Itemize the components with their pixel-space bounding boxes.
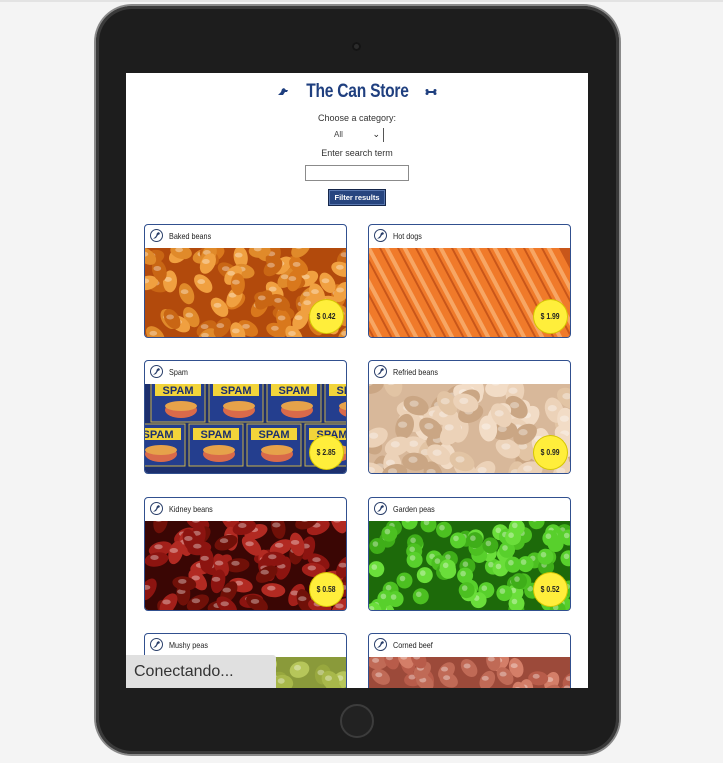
page-title: The Can Store bbox=[305, 81, 409, 102]
price-text: $ 1.99 bbox=[541, 312, 560, 321]
product-card[interactable]: Baked beans $ 0.42 bbox=[144, 224, 347, 338]
product-card-header: Corned beef bbox=[369, 634, 570, 656]
product-type-icon bbox=[374, 229, 387, 242]
product-type-icon bbox=[150, 229, 163, 242]
product-card-header: Baked beans bbox=[145, 225, 346, 247]
page-top-border bbox=[0, 0, 723, 2]
product-card[interactable]: Hot dogs $ 1.99 bbox=[368, 224, 571, 338]
price-text: $ 0.99 bbox=[541, 448, 560, 457]
price-badge: $ 0.58 bbox=[310, 573, 343, 606]
product-name: Garden peas bbox=[393, 504, 435, 514]
price-badge: $ 1.99 bbox=[534, 300, 567, 333]
product-card-header: Mushy peas bbox=[145, 634, 346, 656]
product-name: Kidney beans bbox=[169, 504, 213, 514]
product-card[interactable]: Garden peas $ 0.52 bbox=[368, 497, 571, 611]
category-label: Choose a category: bbox=[317, 113, 397, 123]
price-badge: $ 0.42 bbox=[310, 300, 343, 333]
product-card[interactable]: SpamSPAMSPAMSPAMSPAMSPAMSPAMSPAMSPAM$ 2.… bbox=[144, 360, 347, 474]
product-name: Spam bbox=[169, 367, 188, 377]
svg-text:SPAM: SPAM bbox=[163, 385, 194, 397]
category-select-value: All bbox=[334, 130, 343, 139]
filter-results-button[interactable]: Filter results bbox=[328, 189, 386, 206]
svg-text:SPAM: SPAM bbox=[337, 385, 347, 397]
camera-dot bbox=[352, 42, 361, 51]
connection-status: Conectando... bbox=[126, 655, 276, 688]
product-type-icon bbox=[150, 638, 163, 651]
search-input[interactable] bbox=[305, 165, 409, 181]
search-label: Enter search term bbox=[321, 148, 393, 158]
product-card-header: Kidney beans bbox=[145, 498, 346, 520]
product-type-icon bbox=[374, 365, 387, 378]
product-type-icon bbox=[374, 502, 387, 515]
product-card[interactable]: Refried beans $ 0.99 bbox=[368, 360, 571, 474]
product-type-icon bbox=[150, 502, 163, 515]
price-text: $ 0.52 bbox=[541, 585, 560, 594]
category-select[interactable]: All ⌄ bbox=[328, 128, 384, 142]
product-card-header: Spam bbox=[145, 361, 346, 383]
product-name: Mushy peas bbox=[169, 640, 208, 650]
store-header: The Can Store bbox=[126, 81, 588, 107]
price-badge: $ 0.52 bbox=[534, 573, 567, 606]
price-text: $ 2.85 bbox=[317, 448, 336, 457]
product-name: Hot dogs bbox=[393, 231, 422, 241]
svg-text:SPAM: SPAM bbox=[279, 385, 310, 397]
price-badge: $ 2.85 bbox=[310, 436, 343, 469]
product-type-icon bbox=[150, 365, 163, 378]
product-card-header: Garden peas bbox=[369, 498, 570, 520]
product-card[interactable]: Corned beef bbox=[368, 633, 571, 688]
product-name: Refried beans bbox=[393, 367, 438, 377]
product-name: Baked beans bbox=[169, 231, 212, 241]
price-text: $ 0.58 bbox=[317, 585, 336, 594]
price-badge: $ 0.99 bbox=[534, 436, 567, 469]
product-name: Corned beef bbox=[393, 640, 433, 650]
home-button[interactable] bbox=[340, 704, 374, 738]
price-text: $ 0.42 bbox=[317, 312, 336, 321]
svg-text:SPAM: SPAM bbox=[145, 429, 173, 441]
svg-text:SPAM: SPAM bbox=[221, 385, 252, 397]
svg-text:SPAM: SPAM bbox=[259, 429, 290, 441]
app-screen: The Can Store Choose a category: All ⌄ E… bbox=[126, 73, 588, 688]
product-image bbox=[369, 649, 570, 688]
svg-text:SPAM: SPAM bbox=[201, 429, 232, 441]
product-type-icon bbox=[374, 638, 387, 651]
product-card-header: Hot dogs bbox=[369, 225, 570, 247]
bone-icon bbox=[425, 89, 437, 95]
product-card-header: Refried beans bbox=[369, 361, 570, 383]
dog-icon bbox=[278, 88, 289, 95]
chevron-down-icon: ⌄ bbox=[372, 129, 380, 139]
product-card[interactable]: Kidney beans $ 0.58 bbox=[144, 497, 347, 611]
